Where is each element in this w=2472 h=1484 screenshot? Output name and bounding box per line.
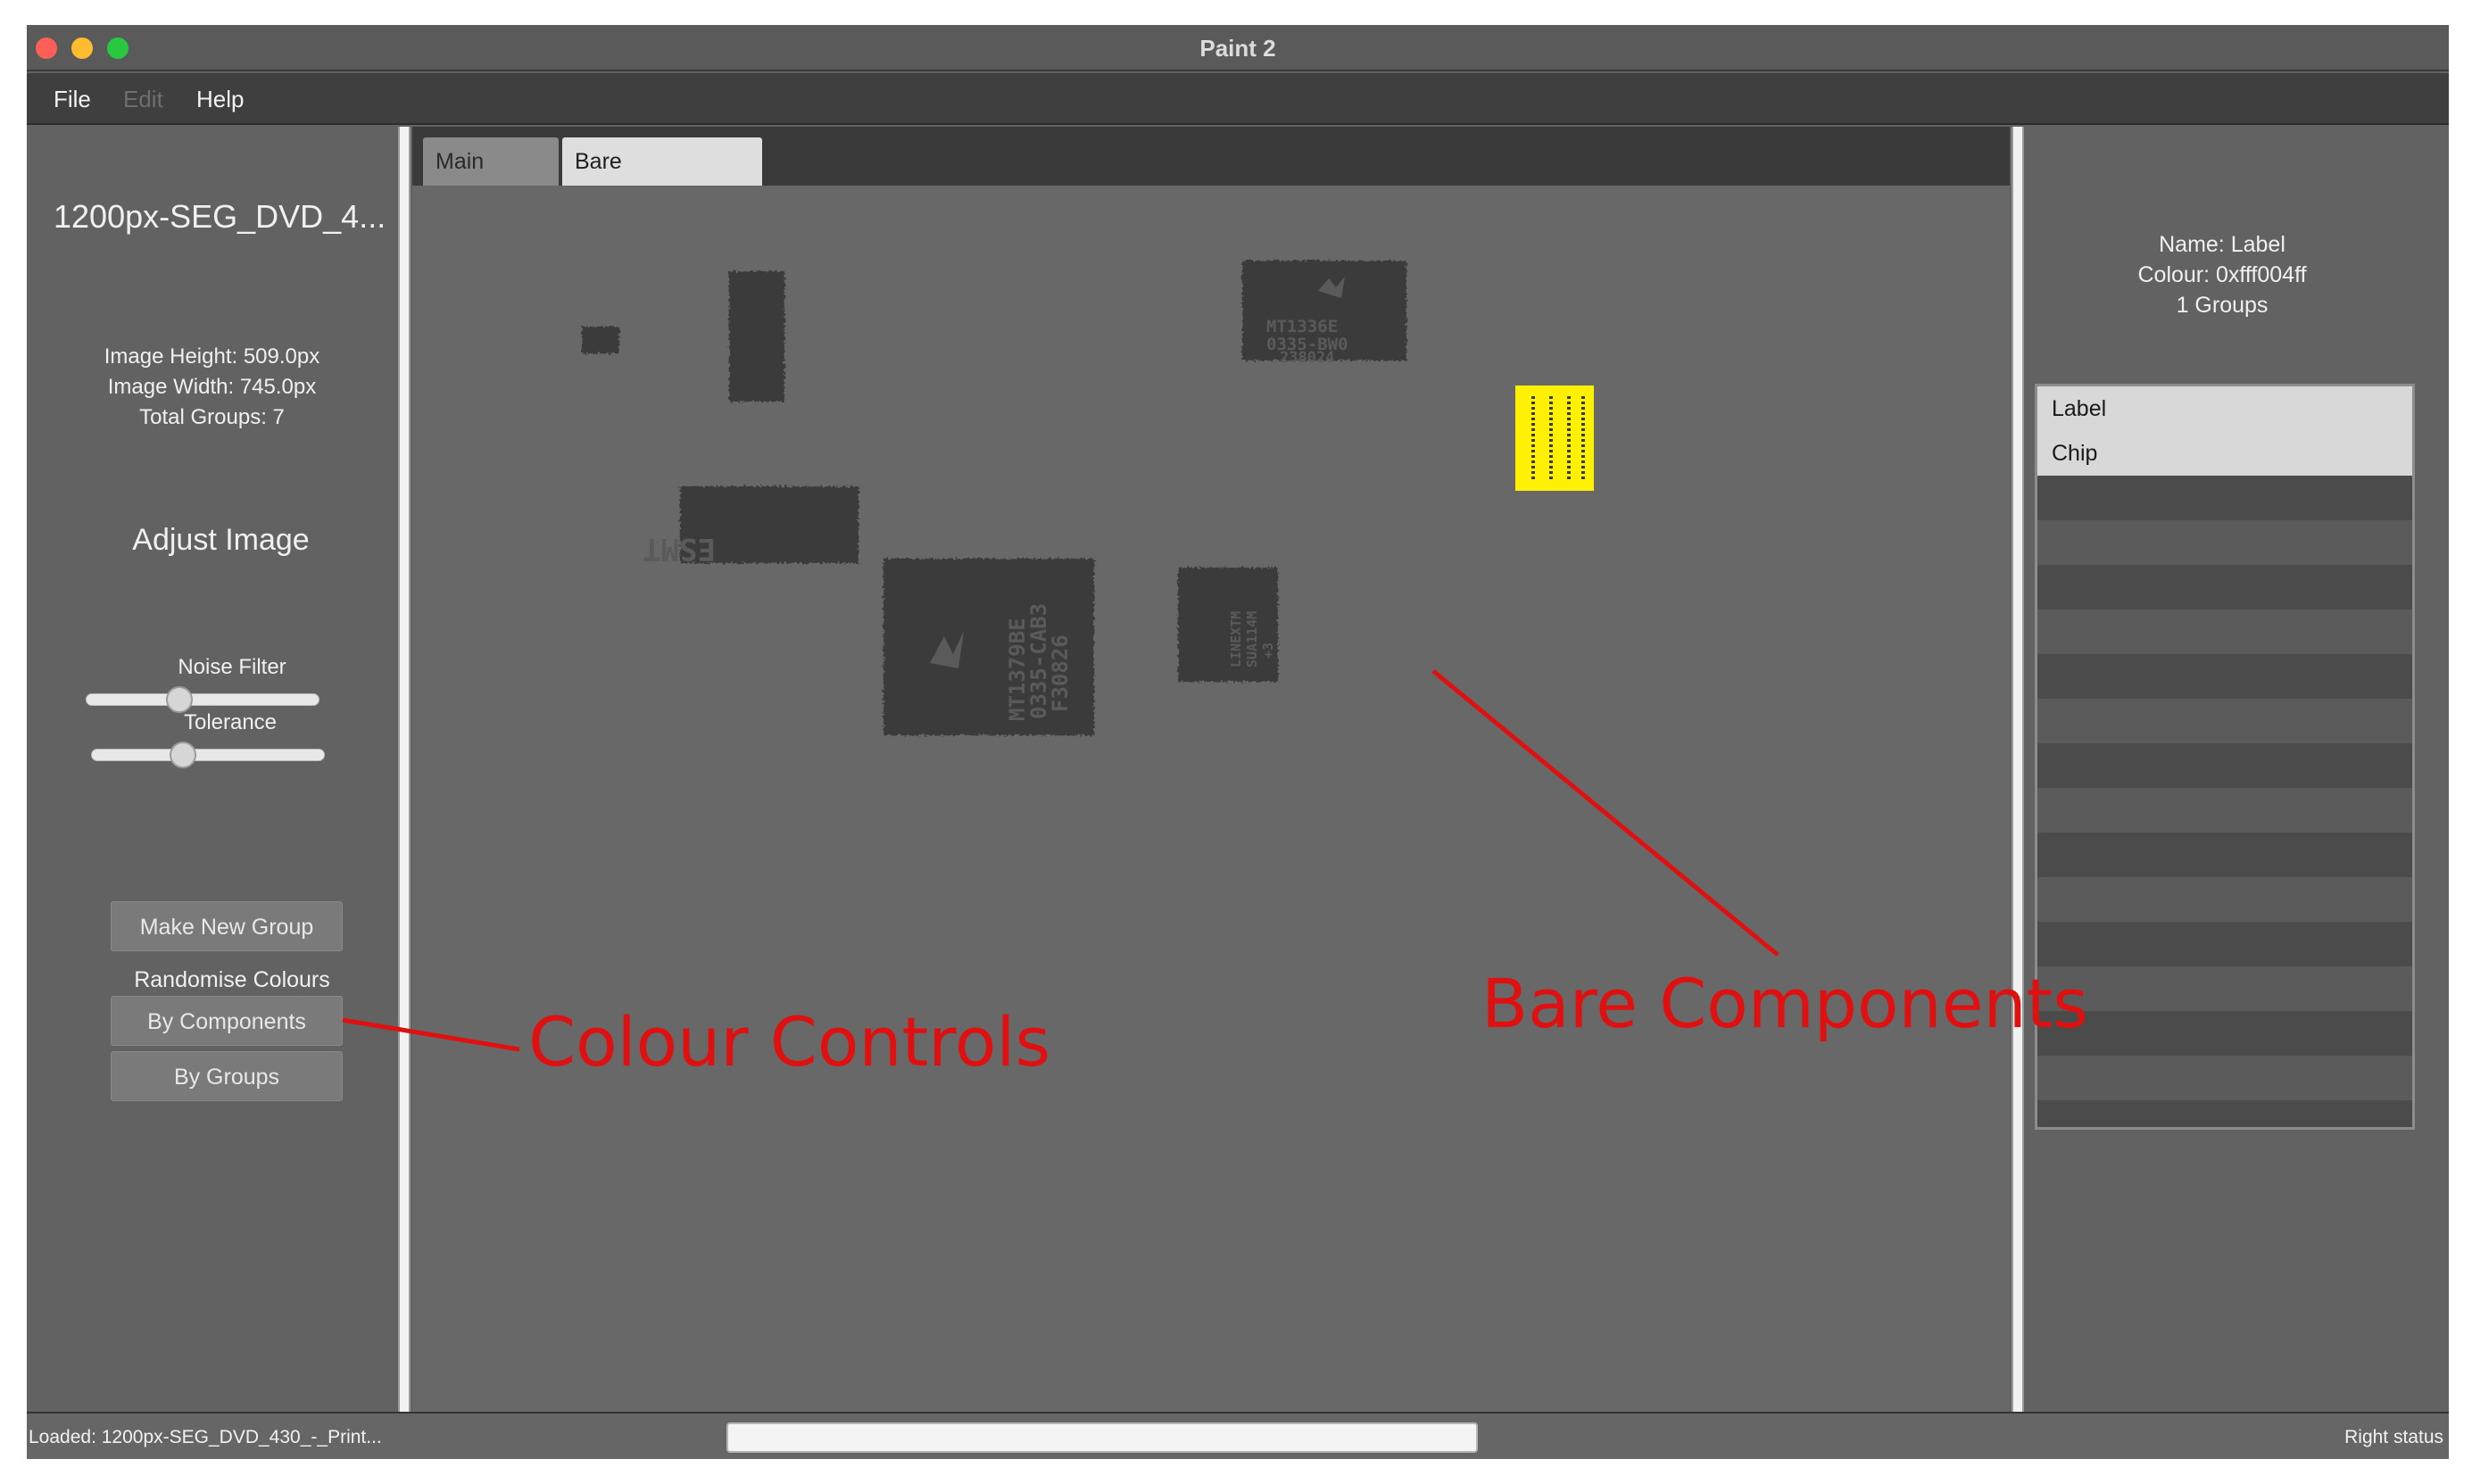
group-count-text: 1 Groups xyxy=(2176,293,2269,318)
component-blob xyxy=(582,327,619,353)
list-item[interactable] xyxy=(2037,520,2412,565)
list-item[interactable]: Label xyxy=(2037,386,2412,431)
list-item[interactable] xyxy=(2037,476,2412,520)
chip-text: MT1336E xyxy=(1266,317,1338,336)
window-title: Paint 2 xyxy=(1199,35,1276,62)
list-item[interactable] xyxy=(2037,966,2412,1011)
image-canvas[interactable]: MT1336E 0335-BW0 238024 ESMT MT1379BE 03… xyxy=(412,186,2010,1412)
menu-file[interactable]: File xyxy=(54,73,91,125)
tolerance-slider[interactable] xyxy=(91,749,325,761)
list-item[interactable] xyxy=(2037,743,2412,788)
group-name-text: Name: Label xyxy=(2159,232,2285,257)
make-new-group-button[interactable]: Make New Group xyxy=(111,901,343,951)
list-item[interactable] xyxy=(2037,1056,2412,1100)
status-progress-bar xyxy=(726,1422,1478,1453)
list-item[interactable] xyxy=(2037,922,2412,966)
chip-text: SUA114M xyxy=(1244,611,1260,667)
list-item[interactable] xyxy=(2037,788,2412,833)
tolerance-label: Tolerance xyxy=(183,710,278,734)
list-item[interactable] xyxy=(2037,877,2412,922)
chip-text: ESMT xyxy=(643,531,716,567)
menu-help[interactable]: Help xyxy=(196,73,244,125)
chip-text: LINEXTM xyxy=(1228,611,1244,667)
component-blob xyxy=(729,271,784,402)
status-left-text: Loaded: 1200px-SEG_DVD_430_-_Print... xyxy=(29,1427,382,1447)
total-groups-text: Total Groups: 7 xyxy=(139,405,285,429)
status-right-text: Right status xyxy=(2344,1427,2443,1447)
list-item-label: Chip xyxy=(2052,441,2098,466)
noise-filter-label: Noise Filter xyxy=(178,655,286,679)
list-item[interactable] xyxy=(2037,833,2412,877)
list-item[interactable] xyxy=(2037,1100,2412,1127)
tab-bar: Main Image Bare Components xyxy=(412,127,2010,222)
image-height-text: Image Height: 509.0px xyxy=(104,344,320,369)
image-width-text: Image Width: 745.0px xyxy=(107,375,317,399)
bare-components-image: MT1336E 0335-BW0 238024 ESMT MT1379BE 03… xyxy=(582,261,1594,735)
adjust-image-heading: Adjust Image xyxy=(132,523,310,557)
left-panel: 1200px-SEG_DVD_4... Image Height: 509.0p… xyxy=(27,127,397,1412)
status-bar: Loaded: 1200px-SEG_DVD_430_-_Print... Ri… xyxy=(27,1412,2449,1459)
chip-text: 238024 xyxy=(1280,349,1334,367)
left-split-divider[interactable] xyxy=(398,127,411,1412)
list-item[interactable] xyxy=(2037,609,2412,654)
menu-bar: File Edit Help xyxy=(27,73,2449,125)
group-list[interactable]: Label Chip xyxy=(2035,384,2415,1130)
tab-bare-components[interactable]: Bare Components xyxy=(562,137,762,222)
list-item[interactable] xyxy=(2037,565,2412,609)
list-item[interactable]: Chip xyxy=(2037,431,2412,476)
right-panel: Name: Label Colour: 0xfff004ff 1 Groups … xyxy=(2026,127,2449,1412)
randomise-by-components-button[interactable]: By Components xyxy=(111,996,343,1046)
menu-edit[interactable]: Edit xyxy=(123,73,163,125)
group-colour-text: Colour: 0xfff004ff xyxy=(2137,262,2307,287)
list-item[interactable] xyxy=(2037,699,2412,743)
app-window: Paint 2 File Edit Help 1200px-SEG_DVD_4.… xyxy=(27,25,2449,1459)
file-name: 1200px-SEG_DVD_4... xyxy=(54,198,386,235)
title-bar[interactable]: Paint 2 xyxy=(27,25,2449,71)
tab-main-image[interactable]: Main Image xyxy=(423,137,559,222)
list-item[interactable] xyxy=(2037,1011,2412,1056)
list-item[interactable] xyxy=(2037,654,2412,699)
noise-filter-slider-thumb[interactable] xyxy=(166,686,193,713)
chip-text: F30826 xyxy=(1048,634,1073,712)
chip-text: +3 xyxy=(1260,643,1276,659)
randomise-by-groups-button[interactable]: By Groups xyxy=(111,1051,343,1101)
randomise-colours-label: Randomise Colours xyxy=(134,967,330,992)
tolerance-slider-thumb[interactable] xyxy=(170,742,196,768)
right-split-divider[interactable] xyxy=(2012,127,2024,1412)
label-component xyxy=(1515,386,1594,491)
list-item-label: Label xyxy=(2052,396,2107,421)
noise-filter-slider[interactable] xyxy=(86,693,319,706)
